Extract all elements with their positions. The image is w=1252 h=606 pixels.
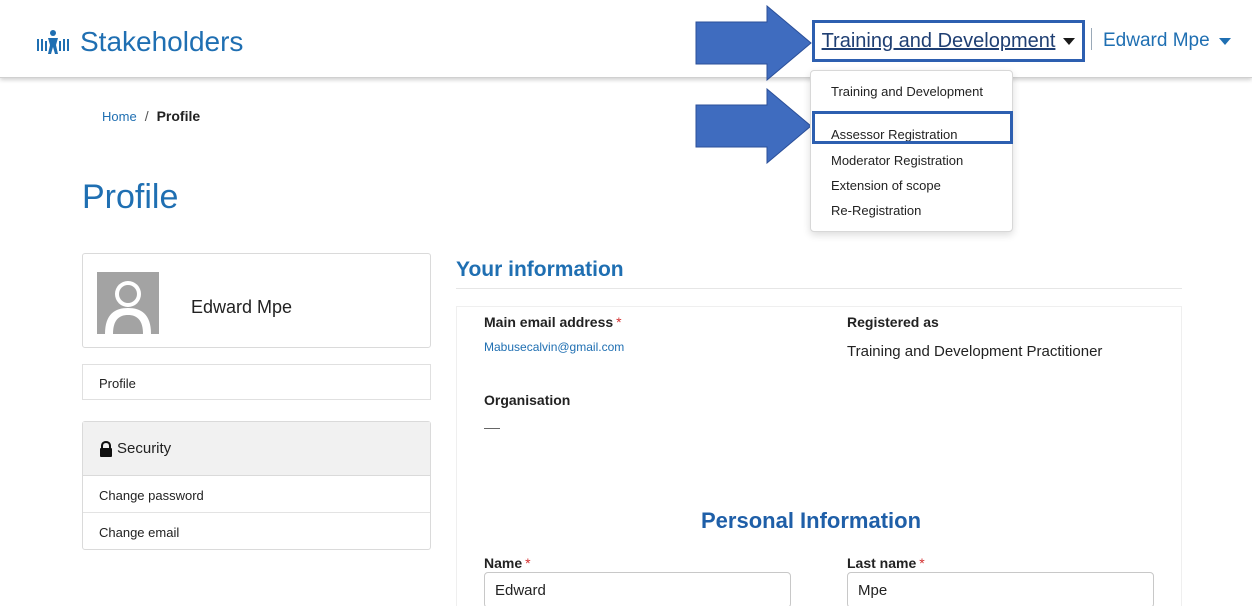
last-name-input[interactable]: Mpe xyxy=(847,572,1154,606)
stakeholders-logo-icon xyxy=(37,30,69,54)
menu-item-extension-of-scope[interactable]: Extension of scope xyxy=(831,178,941,193)
section-divider xyxy=(456,288,1182,289)
last-name-label-text: Last name xyxy=(847,555,917,571)
breadcrumb-separator: / xyxy=(144,108,149,124)
menu-item-training-development[interactable]: Training and Development xyxy=(831,84,983,99)
breadcrumb-current: Profile xyxy=(156,108,201,124)
required-marker: * xyxy=(616,314,622,330)
caret-down-icon xyxy=(1063,37,1076,45)
last-name-label: Last name * xyxy=(847,555,925,571)
page-title: Profile xyxy=(82,178,179,216)
required-marker: * xyxy=(525,555,531,571)
registered-as-label: Registered as xyxy=(847,314,939,330)
name-input[interactable]: Edward xyxy=(484,572,791,606)
email-label: Main email address * xyxy=(484,314,622,330)
your-information-title: Your information xyxy=(456,258,624,281)
arrow-right-icon xyxy=(695,88,812,164)
security-panel: Security Change password Change email xyxy=(82,421,431,550)
required-marker: * xyxy=(919,555,925,571)
breadcrumb-home[interactable]: Home xyxy=(102,109,137,124)
breadcrumb: Home / Profile xyxy=(102,108,200,124)
avatar xyxy=(97,272,159,334)
email-value[interactable]: Mabusecalvin@gmail.com xyxy=(484,340,624,354)
user-menu[interactable]: Edward Mpe xyxy=(1103,30,1231,52)
lock-icon xyxy=(100,440,112,457)
brand-title[interactable]: Stakeholders xyxy=(80,26,243,58)
arrow-right-icon xyxy=(695,5,812,81)
menu-item-highlight xyxy=(812,111,1013,144)
brand[interactable]: Stakeholders xyxy=(36,26,243,58)
training-development-menu: Training and Development Assessor Regist… xyxy=(810,70,1013,232)
sidebar-item-profile[interactable]: Profile xyxy=(82,364,431,400)
menu-item-re-registration[interactable]: Re-Registration xyxy=(831,203,921,218)
registered-as-value: Training and Development Practitioner xyxy=(847,343,1103,360)
menu-item-moderator-registration[interactable]: Moderator Registration xyxy=(831,153,963,168)
email-label-text: Main email address xyxy=(484,314,614,330)
organisation-value xyxy=(484,428,500,429)
dropdown-label[interactable]: Training and Development xyxy=(822,30,1056,53)
organisation-label: Organisation xyxy=(484,392,571,408)
security-heading-label: Security xyxy=(117,440,172,457)
caret-down-icon xyxy=(1218,37,1231,45)
avatar-placeholder-icon xyxy=(97,272,159,334)
personal-information-title: Personal Information xyxy=(701,508,922,533)
sidebar-item-change-email[interactable]: Change email xyxy=(83,513,430,550)
sidebar-item-change-password[interactable]: Change password xyxy=(83,476,430,513)
name-label: Name * xyxy=(484,555,531,571)
top-navbar: Stakeholders Training and Development Ed… xyxy=(0,0,1252,78)
profile-card: Edward Mpe xyxy=(82,253,431,348)
training-development-dropdown[interactable]: Training and Development xyxy=(812,20,1085,62)
user-menu-label[interactable]: Edward Mpe xyxy=(1103,30,1210,52)
nav-divider xyxy=(1091,28,1092,50)
name-label-text: Name xyxy=(484,555,523,571)
profile-user-name: Edward Mpe xyxy=(191,297,293,317)
security-heading: Security xyxy=(83,422,430,476)
